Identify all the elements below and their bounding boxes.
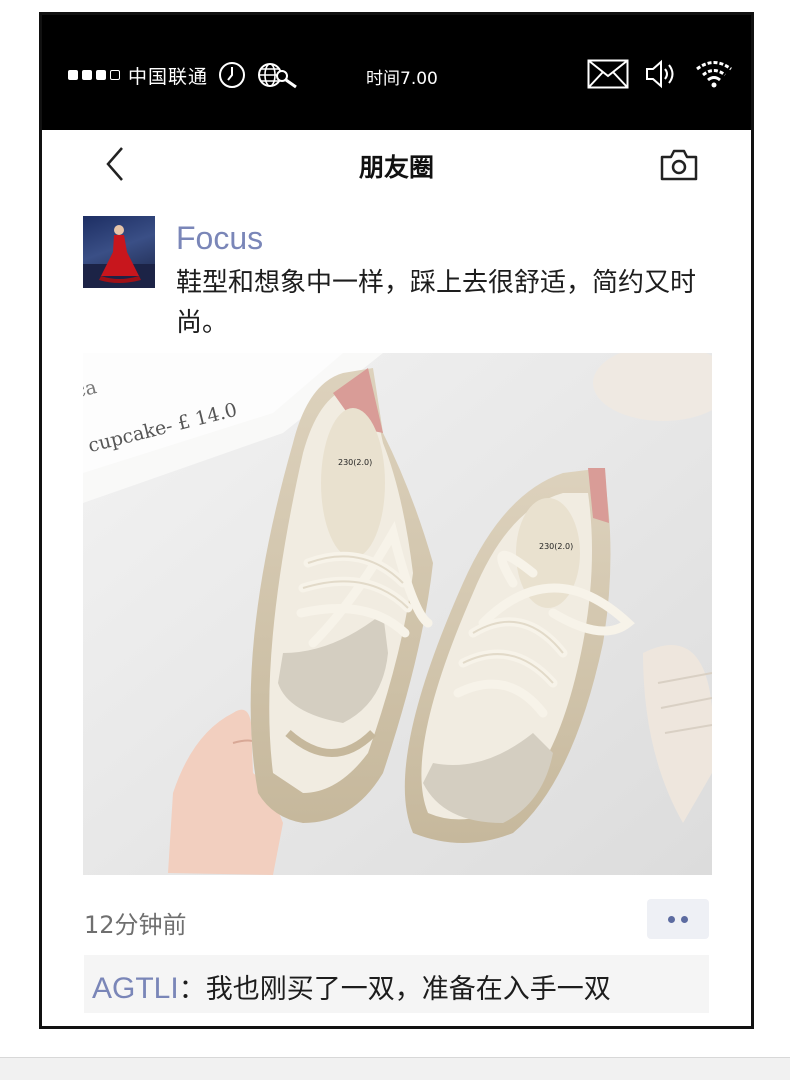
speaker-icon <box>645 59 679 93</box>
status-left: 中国联通 <box>68 61 300 89</box>
svg-text:230(2.0): 230(2.0) <box>338 458 372 467</box>
camera-button[interactable] <box>659 148 699 182</box>
signal-dot <box>68 70 78 80</box>
camera-icon <box>660 149 698 181</box>
signal-dot-empty <box>110 70 120 80</box>
clock-icon <box>218 61 246 89</box>
status-right <box>587 59 733 93</box>
svg-text:230(2.0): 230(2.0) <box>539 542 573 551</box>
signal-dot <box>82 70 92 80</box>
more-dots-icon <box>681 915 688 923</box>
post-timestamp: 12分钟前 <box>84 911 187 939</box>
comment-author[interactable]: AGTLI <box>92 972 179 1005</box>
phone-frame: 中国联通 时间7.00 朋友圈 Focus 鞋型和想象中一样，踩上去很舒适，简约… <box>39 12 754 1029</box>
author-avatar[interactable] <box>83 216 155 288</box>
post-text: 鞋型和想象中一样，踩上去很舒适，简约又时尚。 <box>176 268 697 338</box>
bottom-strip <box>0 1057 790 1080</box>
status-bar: 中国联通 时间7.00 <box>42 15 751 130</box>
mail-icon <box>587 59 629 93</box>
page-title: 朋友圈 <box>358 153 434 182</box>
post-author-name[interactable]: Focus <box>176 220 263 257</box>
nav-bar: 朋友圈 <box>42 130 751 200</box>
comment-item: AGTLI：我也刚买了一双，准备在入手一双 <box>92 967 611 1006</box>
status-time: 时间7.00 <box>366 69 438 89</box>
comment-box: AGTLI：我也刚买了一双，准备在入手一双 <box>84 955 709 1013</box>
carrier-label: 中国联通 <box>128 65 209 88</box>
comment-text: 我也刚买了一双，准备在入手一双 <box>205 974 611 1005</box>
globe-search-icon <box>256 61 300 89</box>
more-button[interactable] <box>647 899 709 939</box>
post-image[interactable]: cupcake- £ 14.0 ca 230(2.0) 230(2.0) <box>83 353 712 875</box>
signal-dot <box>96 70 106 80</box>
comment-separator: ： <box>178 974 206 1005</box>
more-dots-icon <box>668 915 675 923</box>
wifi-icon <box>695 59 733 93</box>
